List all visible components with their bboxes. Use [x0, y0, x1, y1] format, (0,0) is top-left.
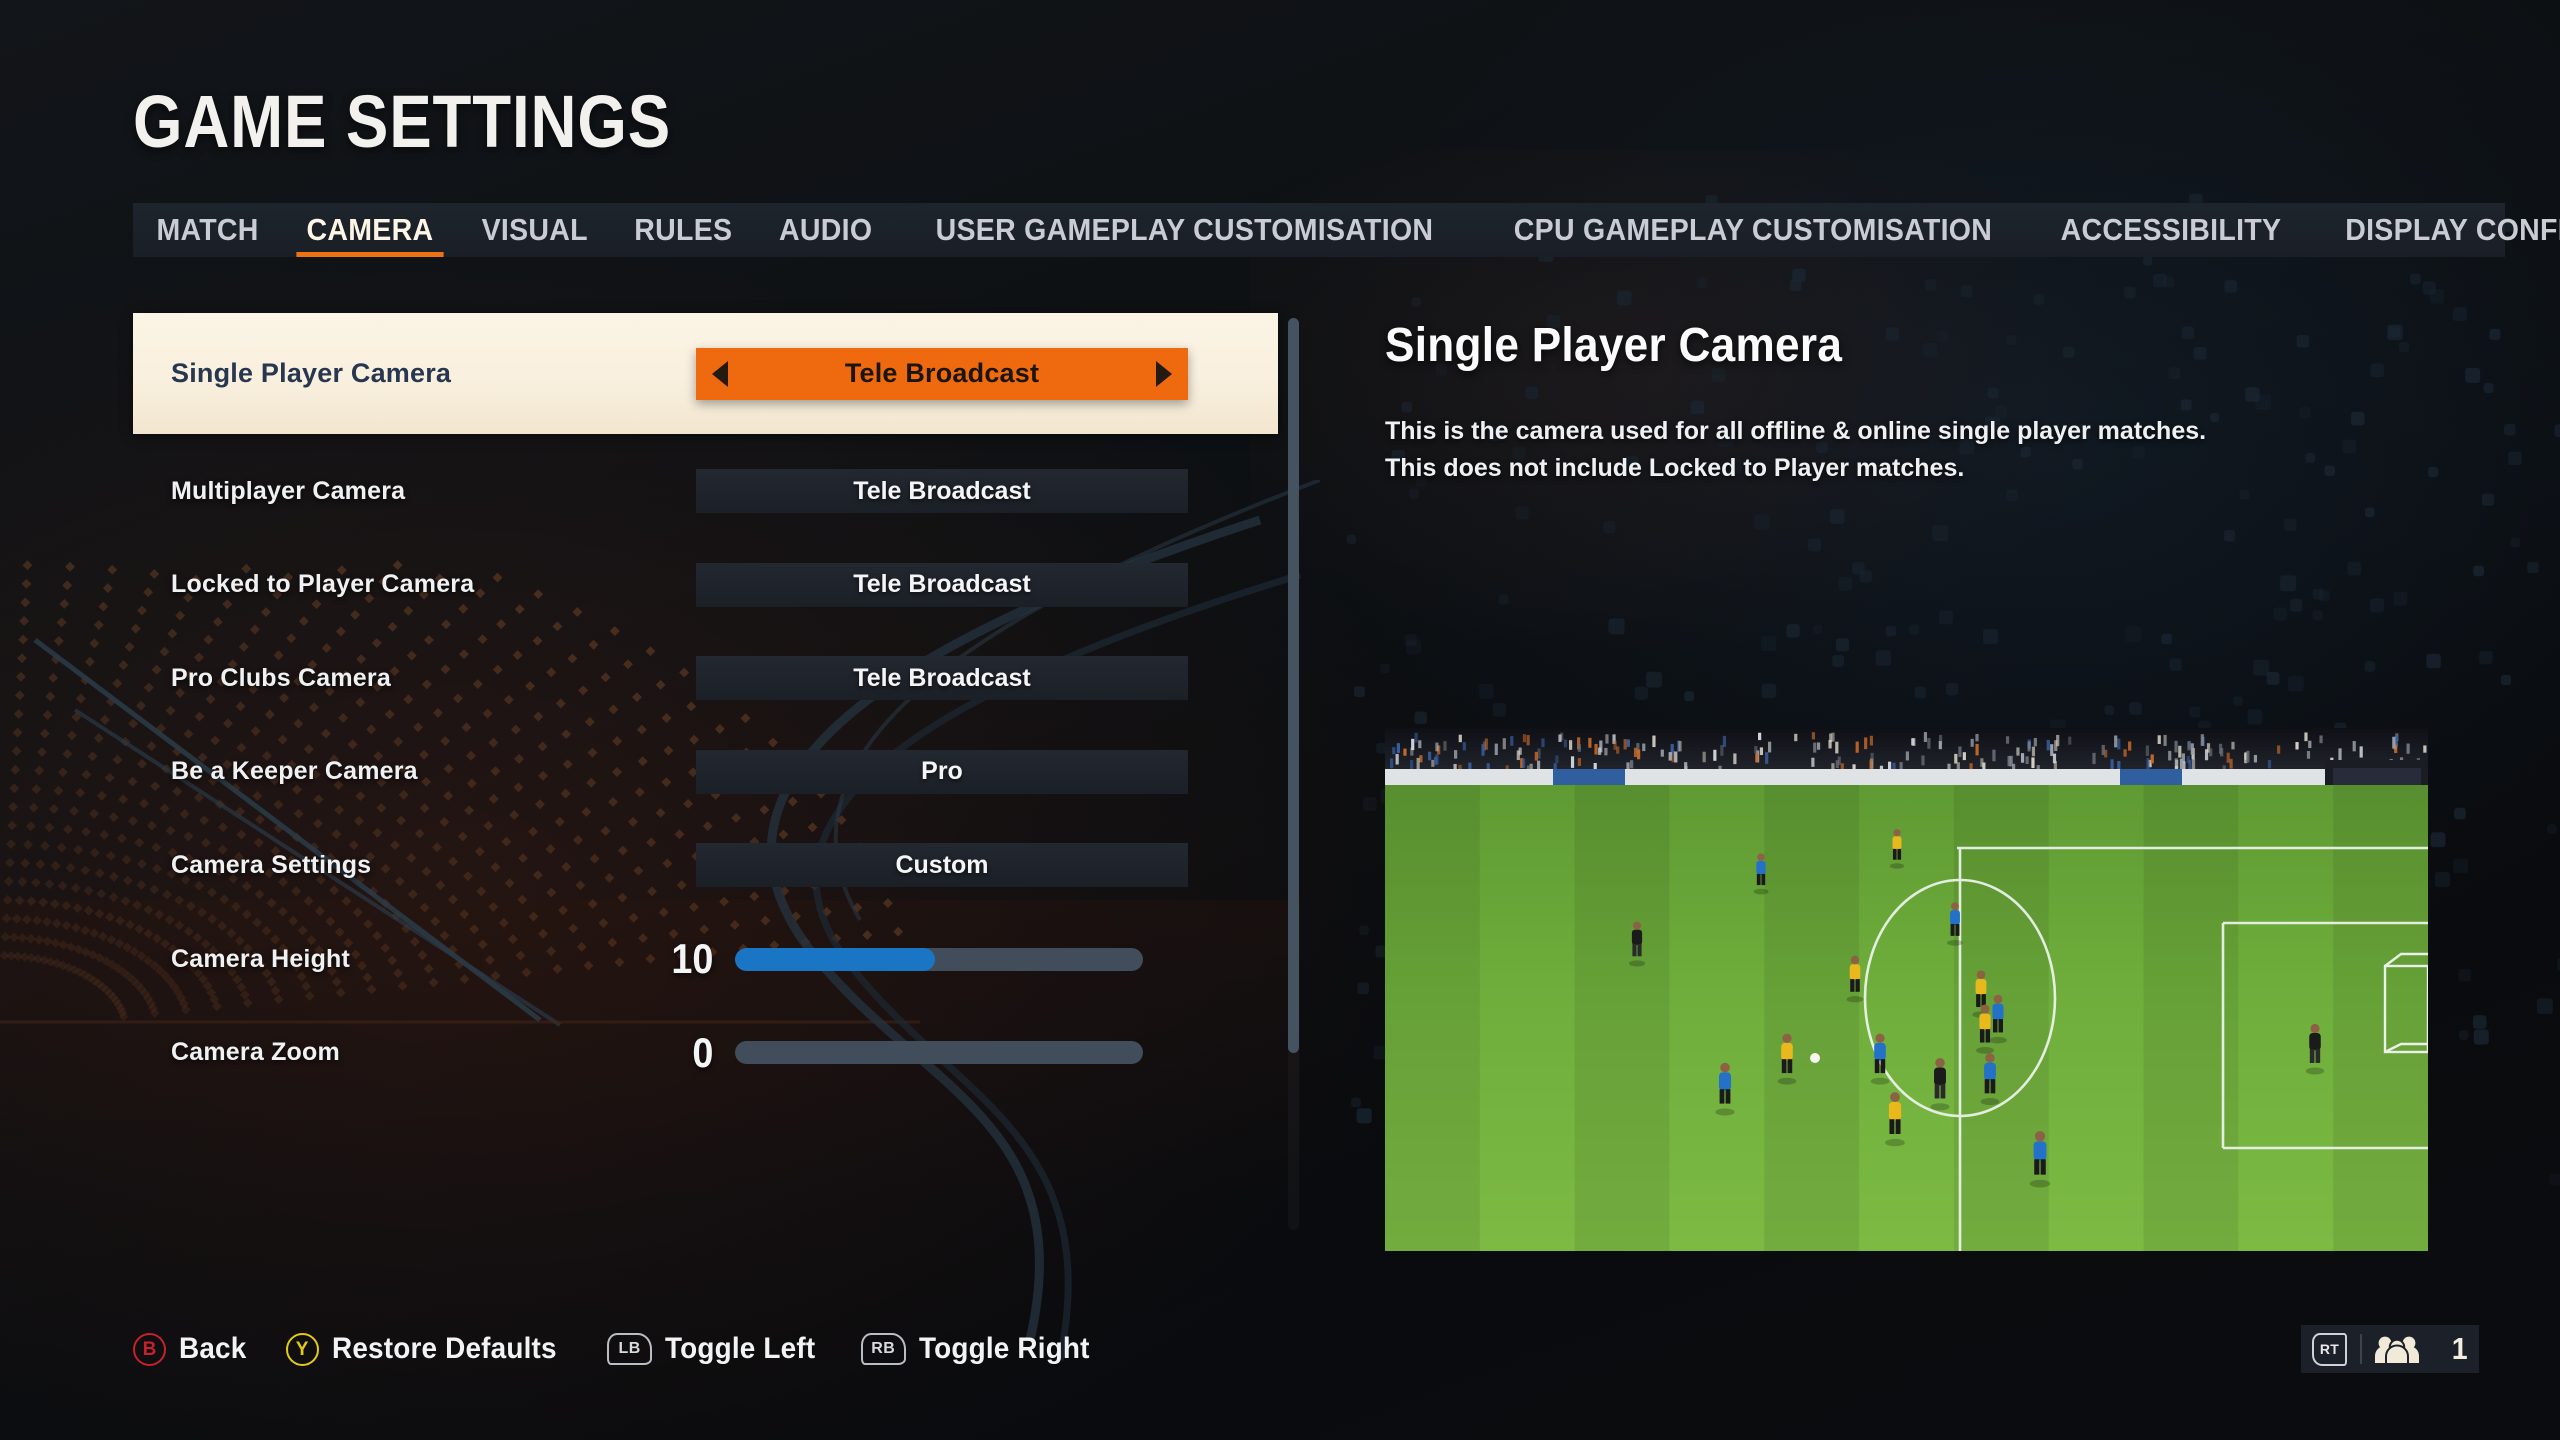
chevron-right-icon[interactable]: [1156, 360, 1172, 387]
tab-rules[interactable]: RULES: [617, 203, 750, 257]
tab-accessibility[interactable]: ACCESSIBILITY: [2043, 203, 2299, 257]
camera-preview-image: [1385, 728, 2428, 1251]
setting-label: Camera Zoom: [171, 1038, 340, 1067]
tab-label: DISPLAY CONFIGURATION: [2345, 212, 2560, 247]
chevron-left-icon[interactable]: [712, 360, 728, 387]
tab-match[interactable]: MATCH: [139, 203, 276, 257]
status-indicator: RT 1: [2301, 1325, 2479, 1373]
detail-panel: Single Player Camera This is the camera …: [1385, 318, 2500, 486]
footer-hints: B Back Y Restore Defaults LB Toggle Left RB Tog…: [133, 1320, 1102, 1378]
tab-user-gameplay-customisation[interactable]: USER GAMEPLAY CUSTOMISATION: [919, 203, 1452, 257]
setting-row[interactable]: Camera Settings Custom: [133, 830, 1273, 900]
tab-visual[interactable]: VISUAL: [464, 203, 605, 257]
tab-display-configuration[interactable]: DISPLAY CONFIGURATION: [2328, 203, 2560, 257]
tab-camera[interactable]: CAMERA: [289, 203, 451, 257]
rt-trigger-icon: RT: [2312, 1332, 2347, 1366]
tab-label: VISUAL: [481, 212, 588, 247]
tab-label: CAMERA: [306, 212, 434, 247]
tab-label: ACCESSIBILITY: [2060, 212, 2282, 247]
scrollbar-thumb[interactable]: [1288, 318, 1299, 1053]
setting-label: Single Player Camera: [171, 358, 452, 388]
footer-hint-label: Back: [179, 1332, 247, 1365]
setting-value-box[interactable]: Tele Broadcast: [696, 656, 1188, 701]
setting-label: Camera Settings: [171, 850, 372, 879]
lb-bumper-icon: LB: [607, 1333, 653, 1365]
tab-audio[interactable]: AUDIO: [762, 203, 890, 257]
tab-label: USER GAMEPLAY CUSTOMISATION: [936, 212, 1434, 247]
footer-hint[interactable]: B Back: [133, 1332, 252, 1366]
setting-stepper[interactable]: Tele Broadcast: [696, 347, 1188, 400]
footer-hint[interactable]: RB Toggle Right: [860, 1332, 1102, 1366]
settings-scrollbar[interactable]: [1288, 318, 1299, 1230]
detail-title: Single Player Camera: [1385, 319, 1843, 372]
slider-value: 10: [671, 935, 714, 982]
setting-row[interactable]: Camera Height 10: [133, 924, 1273, 994]
setting-row[interactable]: Pro Clubs Camera Tele Broadcast: [133, 643, 1273, 713]
game-settings-screen: GAME SETTINGS MATCH CAMERA VISUAL RULES AUDI…: [0, 0, 2560, 1440]
slider-track[interactable]: [735, 1041, 1143, 1065]
tab-label: MATCH: [156, 212, 259, 247]
page-title: GAME SETTINGS: [133, 80, 672, 163]
slider-fill: [735, 947, 935, 971]
setting-slider[interactable]: 10: [653, 938, 1273, 980]
detail-description-line2: This does not include Locked to Player m…: [1385, 453, 1965, 482]
setting-row[interactable]: Multiplayer Camera Tele Broadcast: [133, 456, 1273, 526]
tab-label: AUDIO: [779, 212, 873, 247]
setting-value-box[interactable]: Custom: [696, 843, 1188, 888]
setting-row[interactable]: Be a Keeper Camera Pro: [133, 737, 1273, 807]
setting-value-box[interactable]: Pro: [696, 749, 1188, 794]
setting-slider[interactable]: 0: [653, 1028, 1273, 1076]
setting-value-box[interactable]: Tele Broadcast: [696, 469, 1188, 513]
footer-hint[interactable]: Y Restore Defaults: [285, 1332, 574, 1366]
setting-value: Tele Broadcast: [844, 358, 1040, 388]
players-icon: [2375, 1334, 2419, 1364]
rb-bumper-icon: RB: [860, 1333, 906, 1365]
tab-cpu-gameplay-customisation[interactable]: CPU GAMEPLAY CUSTOMISATION: [1497, 203, 2010, 257]
tab-label: CPU GAMEPLAY CUSTOMISATION: [1514, 212, 1993, 247]
setting-label: Be a Keeper Camera: [171, 757, 418, 786]
setting-label: Multiplayer Camera: [171, 476, 406, 505]
tab-label: RULES: [634, 212, 733, 247]
status-divider: [2360, 1334, 2362, 1364]
setting-label: Pro Clubs Camera: [171, 663, 391, 692]
footer-hint[interactable]: LB Toggle Left: [607, 1332, 827, 1366]
setting-label: Locked to Player Camera: [171, 570, 475, 599]
setting-row[interactable]: Locked to Player Camera Tele Broadcast: [133, 550, 1273, 620]
settings-list: Single Player Camera Tele Broadcast Multip…: [133, 313, 1288, 1243]
setting-row[interactable]: Single Player Camera Tele Broadcast: [133, 313, 1278, 434]
slider-value: 0: [692, 1028, 714, 1076]
footer-hint-label: Restore Defaults: [331, 1332, 557, 1365]
setting-value-box[interactable]: Tele Broadcast: [696, 562, 1188, 607]
setting-label: Camera Height: [171, 944, 351, 973]
detail-description: This is the camera used for all offline …: [1385, 413, 2500, 486]
detail-description-line1: This is the camera used for all offline …: [1385, 417, 2207, 445]
footer-hint-label: Toggle Right: [918, 1332, 1090, 1365]
slider-track[interactable]: [735, 947, 1143, 971]
settings-tabbar: MATCH CAMERA VISUAL RULES AUDIO USER GAMEPLAY…: [133, 203, 2560, 257]
b-button-icon: B: [133, 1332, 166, 1366]
setting-row[interactable]: Camera Zoom 0: [133, 1018, 1273, 1088]
y-button-icon: Y: [285, 1332, 319, 1366]
player-count: 1: [2451, 1331, 2468, 1366]
footer-hint-label: Toggle Left: [665, 1332, 816, 1365]
